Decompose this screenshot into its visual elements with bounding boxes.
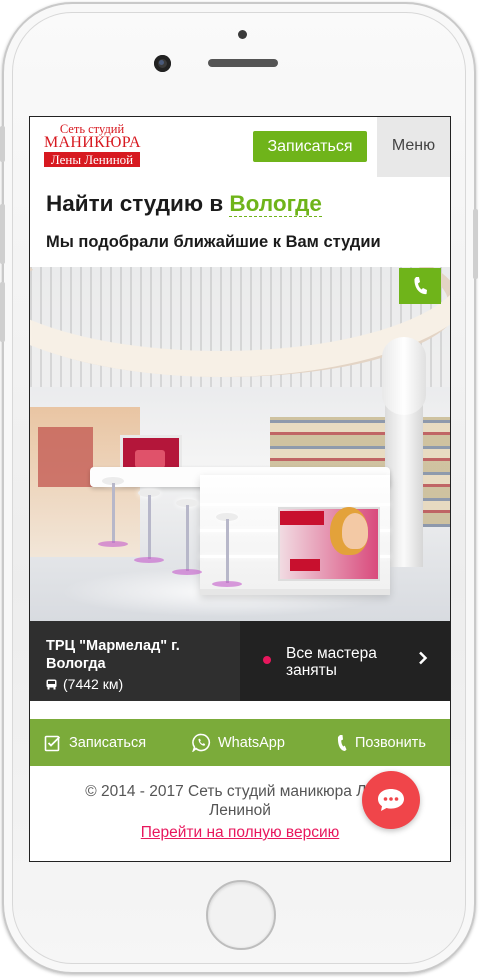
action-call-label: Позвонить (355, 734, 426, 751)
page-title: Найти студию в Вологде (46, 191, 322, 217)
studio-info[interactable]: ТРЦ "Мармелад" г. Вологда (7442 км) (30, 621, 240, 701)
photo-stool-leg (226, 519, 229, 583)
footer-copyright: © 2014 - 2017 Сеть студий маникюра Лены … (85, 783, 395, 819)
photo-ad-band (280, 511, 324, 525)
full-version-link[interactable]: Перейти на полную версию (70, 824, 410, 842)
phone-icon (337, 734, 347, 751)
site-header: Сеть студий МАНИКЮРА Лены Лениной Записа… (30, 117, 450, 177)
bus-icon (46, 679, 57, 689)
call-studio-button[interactable] (399, 268, 441, 304)
photo-stool-base (98, 541, 128, 547)
photo-stool-base (172, 569, 202, 575)
page-subtitle: Мы подобрали ближайшие к Вам студии (46, 233, 381, 251)
brand-logo[interactable]: Сеть студий МАНИКЮРА Лены Лениной (44, 123, 141, 167)
title-prefix: Найти студию в (46, 191, 224, 216)
photo-kiosk-light (200, 503, 390, 506)
home-button[interactable] (206, 880, 276, 950)
action-signup-button[interactable]: Записаться (44, 719, 146, 766)
action-signup-label: Записаться (69, 734, 147, 751)
photo-stool-base (134, 557, 164, 563)
photo-stool-base (212, 581, 242, 587)
header-signup-button[interactable]: Записаться (253, 131, 367, 162)
action-whatsapp-label: WhatsApp (218, 734, 285, 751)
action-whatsapp-button[interactable]: WhatsApp (192, 719, 285, 766)
distance-text: (7442 км) (63, 676, 124, 692)
logo-line-2: МАНИКЮРА (44, 134, 141, 151)
photo-stool-leg (148, 495, 151, 559)
studio-name: ТРЦ "Мармелад" г. Вологда (46, 638, 180, 672)
phone-icon (414, 277, 427, 295)
chat-icon (378, 789, 404, 811)
proximity-sensor (238, 30, 247, 39)
menu-button[interactable]: Меню (377, 117, 450, 177)
photo-stool-leg (112, 483, 115, 543)
power-button (473, 209, 478, 279)
whatsapp-icon (192, 733, 211, 752)
volume-up-button (0, 204, 5, 264)
volume-down-button (0, 282, 5, 342)
masters-status-text: Все мастера заняты (286, 645, 377, 679)
photo-ad-price (290, 559, 320, 571)
phone-screen: Сеть студий МАНИКЮРА Лены Лениной Записа… (29, 116, 451, 862)
action-bar: Записаться WhatsApp Позвонить (30, 719, 450, 766)
studio-distance: (7442 км) (46, 676, 123, 692)
masters-status-button[interactable]: Все мастера заняты (240, 621, 450, 701)
chevron-right-icon (419, 651, 428, 665)
photo-ad-model (342, 513, 368, 549)
photo-shop-sign (38, 427, 93, 487)
photo-pillar-cap (382, 337, 426, 415)
studio-photo[interactable] (30, 267, 450, 621)
checklist-icon (44, 735, 61, 751)
chat-button[interactable] (362, 771, 420, 829)
logo-line-3: Лены Лениной (44, 152, 140, 167)
city-selector-link[interactable]: Вологде (229, 191, 322, 217)
photo-stool-leg (186, 505, 189, 571)
earpiece-speaker (208, 59, 278, 67)
status-dot (263, 656, 271, 664)
action-call-button[interactable]: Позвонить (336, 719, 426, 766)
mute-switch (0, 126, 5, 162)
front-camera (154, 55, 171, 72)
